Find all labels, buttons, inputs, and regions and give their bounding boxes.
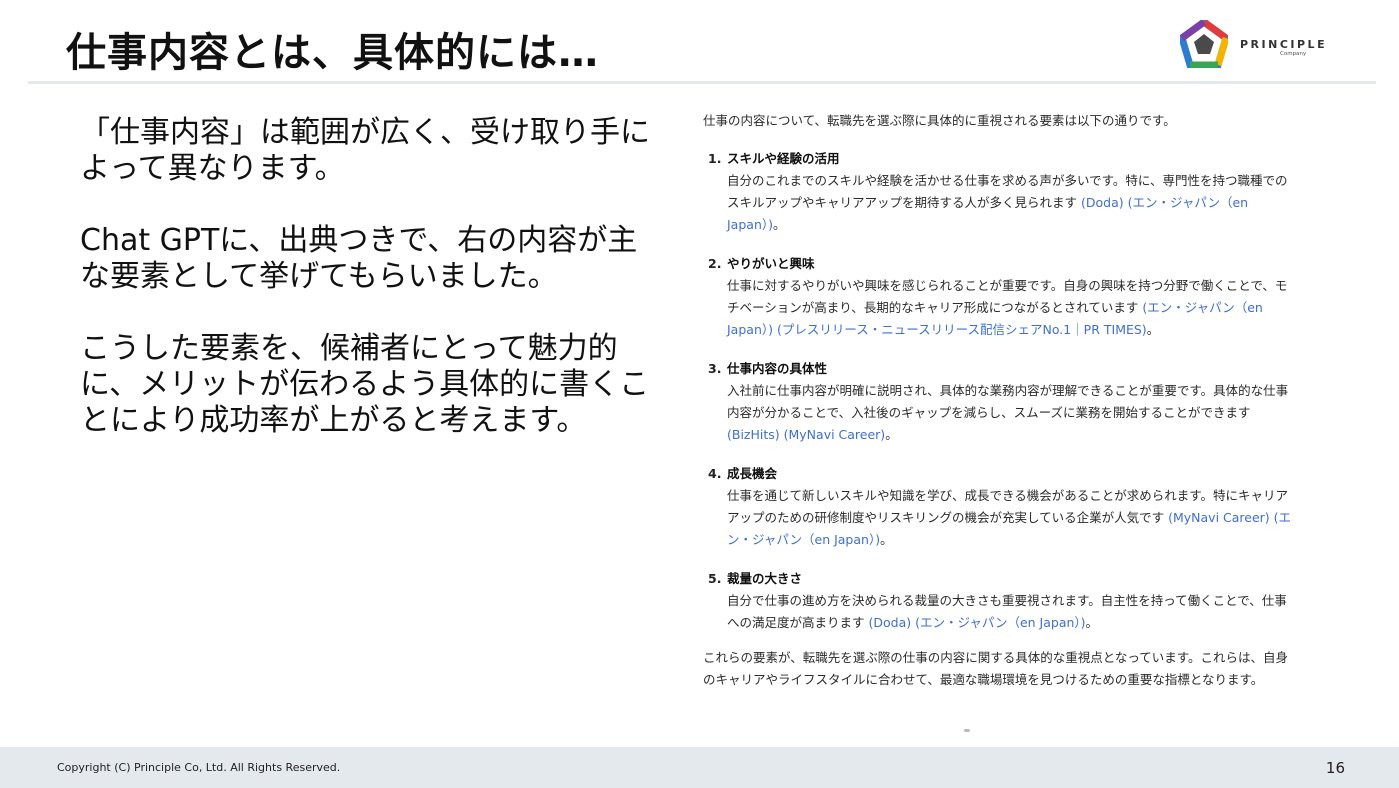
- title-divider: [28, 81, 1376, 84]
- item-text: 自分のこれまでのスキルや経験を活かせる仕事を求める声が多いです。特に、専門性を持…: [727, 170, 1293, 236]
- item-tail: 。: [885, 427, 898, 442]
- footer-bar: Copyright (C) Principle Co, Ltd. All Rig…: [0, 747, 1399, 788]
- item-tail: 。: [1146, 322, 1160, 337]
- item-number: 1.: [708, 151, 722, 166]
- item-number: 4.: [708, 466, 722, 481]
- list-item: 5. 裁量の大きさ 自分で仕事の進め方を決められる裁量の大きさも重要視されます。…: [703, 568, 1293, 634]
- copyright-text: Copyright (C) Principle Co, Ltd. All Rig…: [57, 761, 341, 774]
- left-explanation: 「仕事内容」は範囲が広く、受け取り手によって異なります。 Chat GPTに、出…: [80, 115, 650, 475]
- item-heading: 成長機会: [727, 466, 778, 481]
- item-body: 入社前に仕事内容が明確に説明され、具体的な業務内容が理解できることが重要です。具…: [727, 383, 1289, 420]
- company-logo: PRINCIPLE Company: [1180, 20, 1360, 70]
- logo-subtext: Company: [1280, 51, 1307, 57]
- element-list: 1. スキルや経験の活用 自分のこれまでのスキルや経験を活かせる仕事を求める声が…: [703, 148, 1293, 634]
- chatgpt-answer-screenshot: 仕事の内容について、転職先を選ぶ際に具体的に重視される要素は以下の通りです。 1…: [703, 110, 1293, 691]
- item-text: 入社前に仕事内容が明確に説明され、具体的な業務内容が理解できることが重要です。具…: [727, 380, 1293, 446]
- logo-wordmark: PRINCIPLE: [1240, 38, 1328, 51]
- slide-title: 仕事内容とは、具体的には…: [66, 30, 599, 76]
- page-number: 16: [1325, 759, 1345, 777]
- left-paragraph: Chat GPTに、出典つきで、右の内容が主な要素として挙げてもらいました。: [80, 223, 638, 294]
- scroll-indicator: [964, 729, 970, 732]
- item-text: 仕事を通じて新しいスキルや知識を学び、成長できる機会があることが求められます。特…: [727, 485, 1293, 551]
- pentagon-logo-icon: [1180, 20, 1228, 68]
- item-text: 仕事に対するやりがいや興味を感じられることが重要です。自身の興味を持つ分野で働く…: [727, 275, 1293, 341]
- list-item: 2. やりがいと興味 仕事に対するやりがいや興味を感じられることが重要です。自身…: [703, 253, 1293, 341]
- item-tail: 。: [773, 217, 786, 232]
- item-text: 自分で仕事の進め方を決められる裁量の大きさも重要視されます。自主性を持って働くこ…: [727, 590, 1293, 634]
- item-heading: やりがいと興味: [727, 256, 815, 271]
- left-paragraph: 「仕事内容」は範囲が広く、受け取り手によって異なります。: [80, 115, 650, 186]
- item-tail: 。: [1085, 615, 1099, 630]
- item-number: 2.: [708, 256, 722, 271]
- source-links[interactable]: (Doda) (エン・ジャパン（en Japan）): [865, 615, 1085, 630]
- item-heading: 裁量の大きさ: [727, 571, 803, 586]
- left-paragraph: こうした要素を、候補者にとって魅力的に、メリットが伝わるよう具体的に書くことによ…: [80, 331, 650, 438]
- list-item: 1. スキルや経験の活用 自分のこれまでのスキルや経験を活かせる仕事を求める声が…: [703, 148, 1293, 236]
- item-heading: 仕事内容の具体性: [727, 361, 828, 376]
- item-number: 5.: [708, 571, 722, 586]
- source-links[interactable]: (BizHits) (MyNavi Career): [727, 427, 885, 442]
- item-number: 3.: [708, 361, 722, 376]
- list-item: 3. 仕事内容の具体性 入社前に仕事内容が明確に説明され、具体的な業務内容が理解…: [703, 358, 1293, 446]
- item-heading: スキルや経験の活用: [727, 151, 840, 166]
- item-tail: 。: [880, 532, 893, 547]
- list-item: 4. 成長機会 仕事を通じて新しいスキルや知識を学び、成長できる機会があることが…: [703, 463, 1293, 551]
- answer-closing: これらの要素が、転職先を選ぶ際の仕事の内容に関する具体的な重視点となっています。…: [703, 650, 1289, 687]
- answer-intro: 仕事の内容について、転職先を選ぶ際に具体的に重視される要素は以下の通りです。: [703, 113, 1176, 128]
